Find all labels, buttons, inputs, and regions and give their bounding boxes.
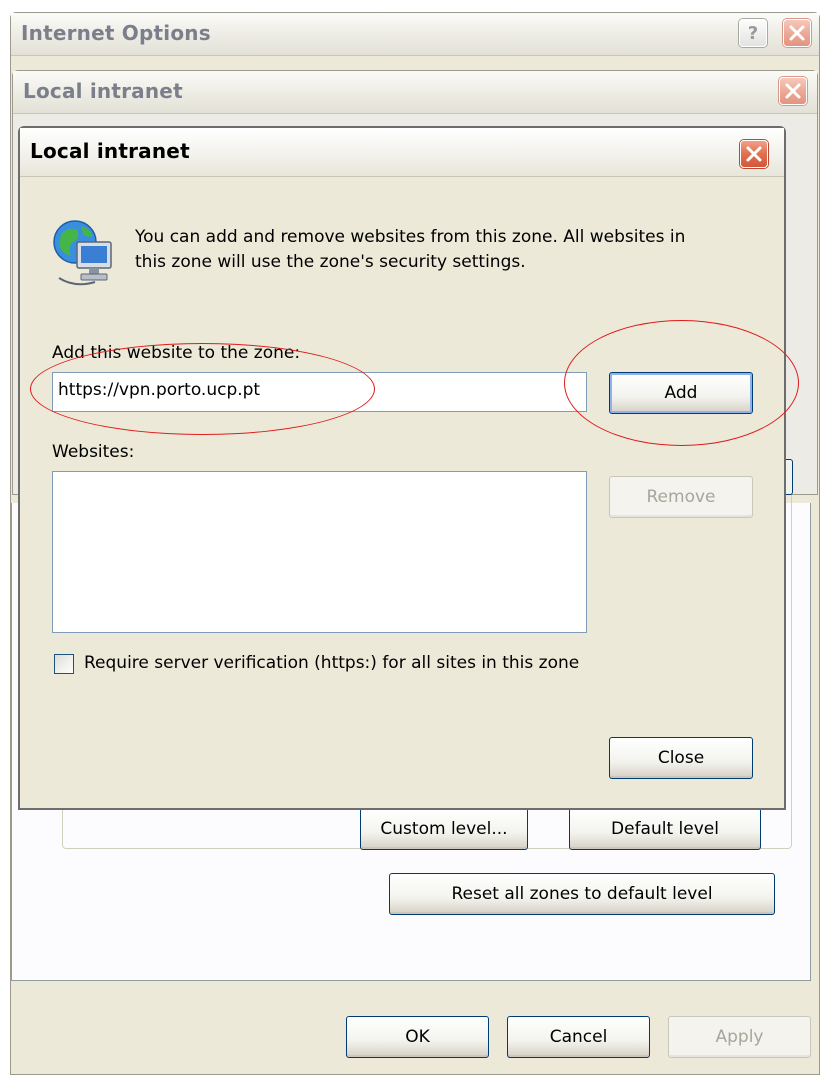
cancel-label: Cancel xyxy=(549,1027,608,1047)
close-button[interactable] xyxy=(779,77,807,105)
custom-level-label: Custom level... xyxy=(380,819,508,839)
window-title: Internet Options xyxy=(21,21,211,45)
help-button-label: ? xyxy=(747,22,759,44)
apply-label: Apply xyxy=(715,1027,764,1047)
close-dialog-button[interactable]: Close xyxy=(609,737,753,779)
ok-label: OK xyxy=(405,1027,430,1047)
info-text-line2: this zone will use the zone's security s… xyxy=(135,252,526,272)
close-button-label: Close xyxy=(657,748,705,768)
info-text-line1: You can add and remove websites from thi… xyxy=(135,227,686,247)
websites-list[interactable] xyxy=(52,471,587,633)
reset-all-zones-button[interactable]: Reset all zones to default level xyxy=(389,873,775,915)
dialog-title: Local intranet xyxy=(30,139,190,163)
close-icon xyxy=(785,83,801,99)
close-button[interactable] xyxy=(740,140,768,168)
custom-level-button[interactable]: Custom level... xyxy=(360,808,528,850)
globe-computer-icon xyxy=(53,220,112,286)
apply-button[interactable]: Apply xyxy=(668,1016,811,1058)
close-icon xyxy=(746,146,762,162)
window-title: Local intranet xyxy=(23,79,183,103)
local-intranet-titlebar[interactable]: Local intranet xyxy=(13,71,817,114)
add-button-label: Add xyxy=(664,383,698,403)
ok-button[interactable]: OK xyxy=(346,1016,489,1058)
default-level-label: Default level xyxy=(611,819,719,839)
close-icon xyxy=(789,25,805,41)
remove-button[interactable]: Remove xyxy=(609,476,753,518)
cancel-button[interactable]: Cancel xyxy=(507,1016,650,1058)
remove-button-label: Remove xyxy=(646,487,716,507)
sites-dialog: Local intranet You can add and remove we… xyxy=(18,126,786,810)
reset-all-zones-label: Reset all zones to default level xyxy=(451,884,713,904)
close-button[interactable] xyxy=(783,19,811,47)
websites-label: Websites: xyxy=(52,442,135,462)
website-input[interactable]: https://vpn.porto.ucp.pt xyxy=(52,372,587,412)
internet-options-titlebar[interactable]: Internet Options ? xyxy=(11,13,819,56)
default-level-button[interactable]: Default level xyxy=(569,808,761,850)
add-website-label: Add this website to the zone: xyxy=(52,343,301,363)
add-button[interactable]: Add xyxy=(609,372,753,414)
require-verification-checkbox[interactable] xyxy=(54,654,74,674)
help-icon[interactable]: ? xyxy=(739,19,767,47)
require-verification-label[interactable]: Require server verification (https:) for… xyxy=(84,653,579,673)
sites-dialog-titlebar[interactable]: Local intranet xyxy=(20,128,784,177)
